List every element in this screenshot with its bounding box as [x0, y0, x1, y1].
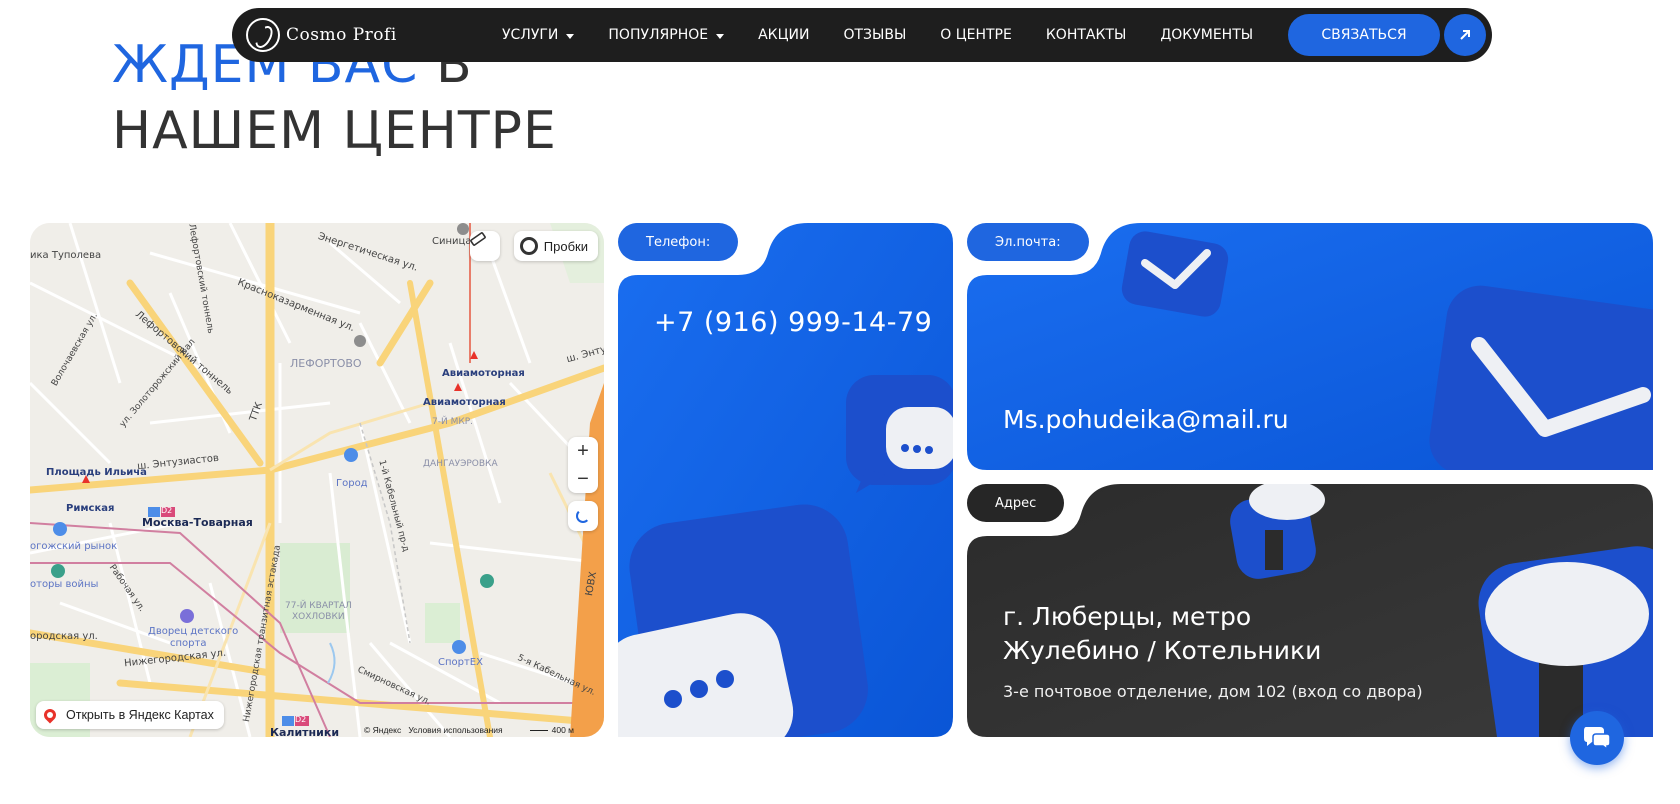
nav-item-popular[interactable]: ПОПУЛЯРНОЕ [608, 27, 725, 43]
map-metro-label: Авиамоторная [423, 397, 506, 408]
arrow-up-right-icon[interactable] [1444, 14, 1486, 56]
map-copyright: © Яндекс Условия использования [364, 725, 503, 735]
email-card: Эл.почта: Ms.pohudeika@mail.ru [967, 223, 1653, 470]
nav-item-services[interactable]: УСЛУГИ [502, 27, 575, 43]
nav-item-reviews[interactable]: ОТЗЫВЫ [843, 27, 906, 43]
phone-number[interactable]: +7 (916) 999-14-79 [654, 307, 932, 338]
logo[interactable]: Cosmo Profi [246, 18, 446, 52]
map-metro-label: Авиамоторная [442, 368, 525, 379]
open-maps-label: Открыть в Яндекс Картах [66, 708, 214, 722]
address-main: г. Люберцы, метро Жулебино / Котельники [1003, 600, 1321, 668]
address-label: Адрес [967, 484, 1065, 522]
map-district-label: 7-Й МКР. [432, 417, 474, 427]
map-poi-label: Дворец детского [148, 626, 239, 637]
nav-item-promotions[interactable]: АКЦИИ [758, 27, 809, 43]
chevron-down-icon [566, 33, 575, 39]
map-district-label: ЛЕФОРТОВО [290, 357, 362, 370]
map-district-label: ХОХЛОВКИ [292, 612, 345, 622]
phone-card-background [618, 223, 953, 737]
phone-card: Телефон: +7 (916) 999-14-79 [618, 223, 953, 737]
map-label: ика Туполева [30, 250, 102, 261]
map-metro-label: Площадь Ильича [46, 467, 147, 478]
terms-link[interactable]: Условия использования [408, 725, 502, 735]
nav-item-label: ПОПУЛЯРНОЕ [608, 27, 709, 43]
address-card: Адрес г. Люберцы, метро Жулебино / Котел… [967, 484, 1653, 737]
map-district-label: 77-Й КВАРТАЛ [285, 601, 352, 611]
address-line-2: Жулебино / Котельники [1003, 636, 1322, 665]
logo-icon [246, 18, 280, 52]
nav-item-documents[interactable]: ДОКУМЕНТЫ [1160, 27, 1253, 43]
address-detail: 3-е почтовое отделение, дом 102 (вход со… [1003, 682, 1423, 701]
phone-label: Телефон: [618, 223, 739, 261]
chat-bubbles-icon[interactable] [1570, 711, 1624, 765]
nav-item-label: УСЛУГИ [502, 27, 559, 43]
open-in-yandex-maps-button[interactable]: Открыть в Яндекс Картах [36, 701, 224, 729]
map-district-label: ДАНГАУЭРОВКА [423, 459, 498, 469]
logo-text: Cosmo Profi [286, 25, 397, 45]
nav-item-about[interactable]: О ЦЕНТРЕ [940, 27, 1012, 43]
heading-line-2: НАШЕМ ЦЕНТРЕ [112, 101, 557, 161]
map-rail-badge: D2 [161, 506, 173, 515]
map-poi-label: Синица [432, 236, 472, 247]
map-poi-label: огожский рынок [30, 541, 118, 552]
chevron-down-icon [716, 33, 725, 39]
scale-label: 400 м [551, 725, 574, 735]
zoom-out-icon[interactable]: − [577, 468, 589, 491]
address-line-1: г. Люберцы, метро [1003, 602, 1252, 631]
map-poi-label: спорта [170, 638, 207, 649]
traffic-button[interactable]: Пробки [513, 231, 598, 261]
map-pin-icon [41, 706, 59, 724]
map-station-label: Москва-Товарная [142, 516, 253, 529]
map-street-label: ородская ул. [30, 631, 98, 642]
map-station-label: Калитники [270, 726, 340, 737]
map-poi-label: оторы войны [30, 579, 99, 590]
map-rail-badge: D2 [295, 715, 307, 724]
copyright-text[interactable]: © Яндекс [364, 725, 401, 735]
map-poi-label: СпортЕХ [438, 657, 483, 668]
nav-item-contacts[interactable]: КОНТАКТЫ [1046, 27, 1126, 43]
geolocation-icon [576, 509, 590, 523]
email-address[interactable]: Ms.pohudeika@mail.ru [1003, 405, 1289, 434]
traffic-icon [519, 237, 538, 255]
zoom-in-icon[interactable]: + [577, 440, 589, 463]
top-navigation: Cosmo Profi УСЛУГИ ПОПУЛЯРНОЕ АКЦИИ ОТЗЫ… [232, 8, 1492, 62]
nav-menu: УСЛУГИ ПОПУЛЯРНОЕ АКЦИИ ОТЗЫВЫ О ЦЕНТРЕ … [502, 27, 1287, 43]
zoom-control: + − [568, 437, 598, 493]
ruler-icon[interactable] [470, 231, 500, 261]
email-label: Эл.почта: [967, 223, 1089, 261]
geolocation-button[interactable] [568, 501, 598, 531]
map-poi-label: Город [336, 478, 368, 489]
yandex-map[interactable]: ика Туполева ЛЕФОРТОВО Авиамоторная Авиа… [30, 223, 604, 737]
map-scale: 400 м [529, 725, 574, 735]
scale-bar [529, 729, 548, 731]
traffic-label: Пробки [543, 238, 588, 254]
contact-button[interactable]: СВЯЗАТЬСЯ [1288, 14, 1440, 56]
map-metro-label: Римская [66, 503, 115, 514]
